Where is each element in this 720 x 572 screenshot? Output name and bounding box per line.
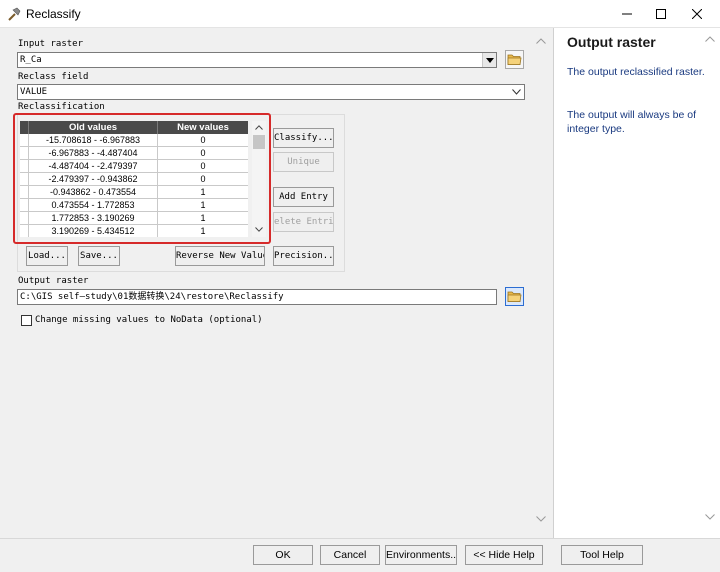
header-new-values[interactable]: New values bbox=[158, 121, 248, 134]
help-title: Output raster bbox=[567, 34, 656, 50]
header-old-values[interactable]: Old values bbox=[29, 121, 158, 134]
close-button[interactable] bbox=[674, 0, 720, 28]
precision-button[interactable]: Precision... bbox=[273, 246, 334, 266]
output-raster-browse-button[interactable] bbox=[505, 287, 524, 306]
environments-button[interactable]: Environments... bbox=[385, 545, 457, 565]
old-value-cell[interactable]: -0.943862 - 0.473554 bbox=[29, 186, 158, 198]
table-row[interactable]: 0.473554 - 1.772853 1 bbox=[20, 199, 248, 212]
new-value-cell[interactable]: 1 bbox=[158, 186, 248, 198]
scroll-down-icon[interactable] bbox=[536, 516, 546, 522]
table-row[interactable]: -15.708618 - -6.967883 0 bbox=[20, 134, 248, 147]
table-scroll-thumb[interactable] bbox=[253, 135, 265, 149]
title-bar: Reclassify bbox=[0, 0, 720, 28]
chevron-down-icon bbox=[511, 89, 521, 95]
form-scrollbar[interactable] bbox=[531, 30, 551, 538]
save-button[interactable]: Save... bbox=[78, 246, 120, 266]
help-description: The output reclassified raster. bbox=[567, 66, 705, 78]
close-icon bbox=[692, 9, 702, 19]
chevron-down-icon bbox=[485, 57, 494, 63]
table-row[interactable]: -2.479397 - -0.943862 0 bbox=[20, 173, 248, 186]
row-selector[interactable] bbox=[20, 173, 29, 185]
table-scrollbar[interactable] bbox=[252, 121, 266, 237]
reclassification-label: Reclassification bbox=[18, 102, 105, 112]
load-button[interactable]: Load... bbox=[26, 246, 68, 266]
table-row[interactable]: -6.967883 - -4.487404 0 bbox=[20, 147, 248, 160]
table-row[interactable]: -4.487404 - -2.479397 0 bbox=[20, 160, 248, 173]
old-value-cell[interactable]: -2.479397 - -0.943862 bbox=[29, 173, 158, 185]
new-value-cell[interactable]: 1 bbox=[158, 212, 248, 224]
old-value-cell[interactable]: -15.708618 - -6.967883 bbox=[29, 134, 158, 146]
old-value-cell[interactable]: -4.487404 - -2.479397 bbox=[29, 160, 158, 172]
change-missing-label[interactable]: Change missing values to NoData (optiona… bbox=[35, 315, 263, 325]
input-raster-combo[interactable]: R_Ca bbox=[17, 52, 497, 68]
new-value-cell[interactable]: 0 bbox=[158, 147, 248, 159]
tool-help-button[interactable]: Tool Help bbox=[561, 545, 643, 565]
scroll-down-icon[interactable] bbox=[255, 227, 263, 232]
help-note: The output will always be of integer typ… bbox=[567, 109, 696, 135]
row-selector[interactable] bbox=[20, 134, 29, 146]
reclass-field-value: VALUE bbox=[20, 87, 48, 97]
reclass-table[interactable]: Old values New values -15.708618 - -6.96… bbox=[20, 121, 248, 237]
window-title: Reclassify bbox=[26, 7, 81, 21]
input-raster-value: R_Ca bbox=[20, 55, 42, 65]
new-value-cell[interactable]: 0 bbox=[158, 160, 248, 172]
cancel-button[interactable]: Cancel bbox=[320, 545, 380, 565]
header-selector-cell bbox=[20, 121, 29, 134]
maximize-icon bbox=[656, 9, 666, 19]
scroll-up-icon[interactable] bbox=[255, 125, 263, 130]
change-missing-checkbox[interactable] bbox=[21, 315, 32, 326]
folder-icon bbox=[507, 291, 522, 302]
row-selector[interactable] bbox=[20, 186, 29, 198]
hide-help-button[interactable]: << Hide Help bbox=[465, 545, 543, 565]
table-row[interactable]: -0.943862 - 0.473554 1 bbox=[20, 186, 248, 199]
hammer-icon bbox=[8, 7, 21, 21]
old-value-cell[interactable]: 0.473554 - 1.772853 bbox=[29, 199, 158, 211]
scroll-up-icon[interactable] bbox=[705, 36, 715, 42]
new-value-cell[interactable]: 1 bbox=[158, 199, 248, 211]
new-value-cell[interactable]: 0 bbox=[158, 134, 248, 146]
reclass-field-label: Reclass field bbox=[18, 72, 89, 82]
help-panel: Output raster The output reclassified ra… bbox=[553, 28, 720, 538]
reclass-field-select[interactable]: VALUE bbox=[17, 84, 525, 100]
old-value-cell[interactable]: -6.967883 - -4.487404 bbox=[29, 147, 158, 159]
reclass-field-dropdown-button[interactable] bbox=[510, 85, 522, 99]
input-raster-browse-button[interactable] bbox=[505, 50, 524, 69]
row-selector[interactable] bbox=[20, 225, 29, 237]
row-selector[interactable] bbox=[20, 160, 29, 172]
new-value-cell[interactable]: 0 bbox=[158, 173, 248, 185]
input-raster-dropdown-button[interactable] bbox=[482, 53, 496, 67]
table-header: Old values New values bbox=[20, 121, 248, 134]
folder-icon bbox=[507, 54, 522, 65]
scroll-down-icon[interactable] bbox=[705, 514, 715, 520]
row-selector[interactable] bbox=[20, 212, 29, 224]
new-value-cell[interactable]: 1 bbox=[158, 225, 248, 237]
minimize-icon bbox=[622, 13, 632, 15]
input-raster-label: Input raster bbox=[18, 39, 84, 49]
table-row[interactable]: 3.190269 - 5.434512 1 bbox=[20, 225, 248, 237]
old-value-cell[interactable]: 1.772853 - 3.190269 bbox=[29, 212, 158, 224]
classify-button[interactable]: Classify... bbox=[273, 128, 334, 148]
scroll-up-icon[interactable] bbox=[536, 38, 546, 44]
output-raster-label: Output raster bbox=[18, 276, 89, 286]
unique-button[interactable]: Unique bbox=[273, 152, 334, 172]
delete-entries-button[interactable]: elete Entrie bbox=[273, 212, 334, 232]
output-raster-value: C:\GIS self—study\01数据转换\24\restore\Recl… bbox=[20, 292, 284, 302]
add-entry-button[interactable]: Add Entry bbox=[273, 187, 334, 207]
output-raster-input[interactable]: C:\GIS self—study\01数据转换\24\restore\Recl… bbox=[17, 289, 497, 305]
reverse-new-values-button[interactable]: Reverse New Values bbox=[175, 246, 265, 266]
row-selector[interactable] bbox=[20, 199, 29, 211]
old-value-cell[interactable]: 3.190269 - 5.434512 bbox=[29, 225, 158, 237]
ok-button[interactable]: OK bbox=[253, 545, 313, 565]
table-row[interactable]: 1.772853 - 3.190269 1 bbox=[20, 212, 248, 225]
row-selector[interactable] bbox=[20, 147, 29, 159]
